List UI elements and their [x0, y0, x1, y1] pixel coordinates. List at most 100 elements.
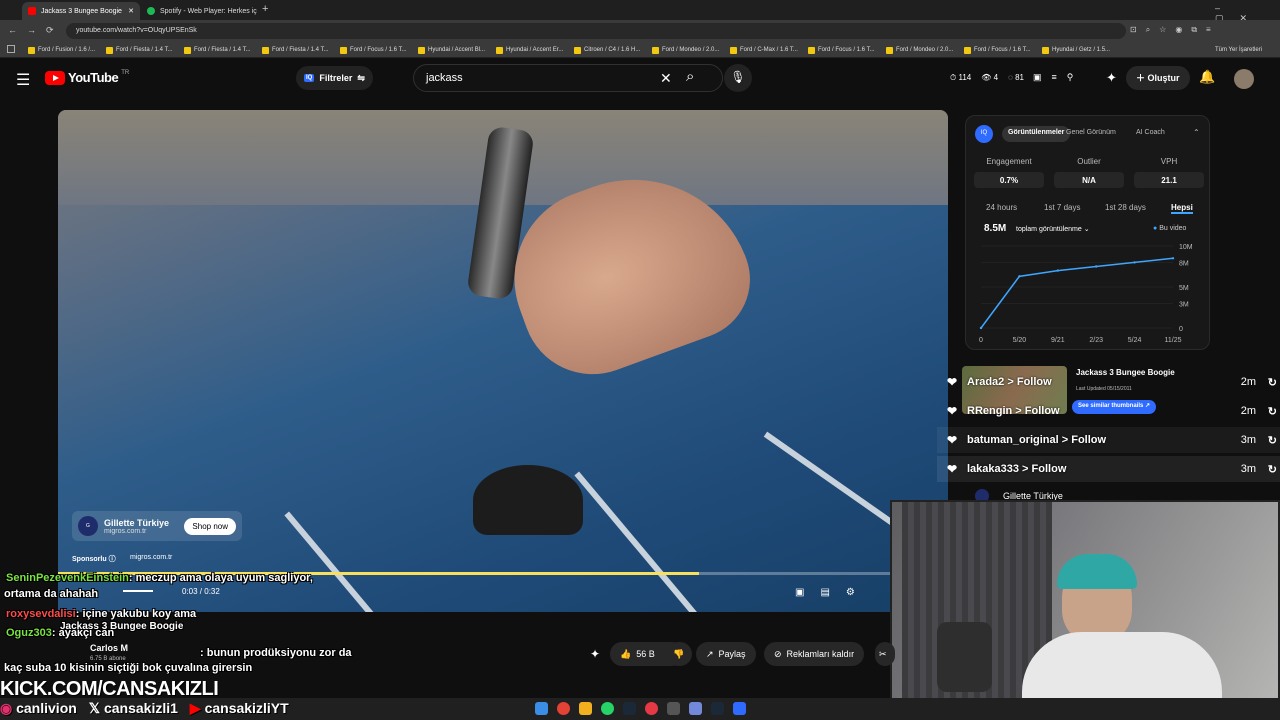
- steam-icon[interactable]: [623, 702, 636, 715]
- video-player[interactable]: G Gillette Türkiye migros.com.tr Shop no…: [58, 110, 948, 612]
- y-tick-label: 8M: [1179, 260, 1189, 267]
- table-line: [574, 471, 708, 612]
- bookmark-icon: [28, 46, 35, 54]
- volume-slider[interactable]: [123, 590, 153, 592]
- instagram-icon: ◉: [0, 700, 13, 716]
- search-input[interactable]: jackass: [413, 64, 723, 92]
- outlier-value: N/A: [1054, 172, 1124, 188]
- ai-icon[interactable]: ✦: [1106, 70, 1117, 86]
- bookmark-item[interactable]: Ford / Focus / 1.6 T...: [808, 45, 875, 55]
- youtube-logo[interactable]: YouTube TR: [45, 70, 129, 85]
- streamer-cap: [1057, 554, 1137, 589]
- bookmark-item[interactable]: Ford / Focus / 1.6 T...: [340, 45, 407, 55]
- opera-icon[interactable]: [645, 702, 658, 715]
- bookmark-icon: [340, 46, 347, 54]
- bookmark-item[interactable]: Ford / Fiesta / 1.4 T...: [106, 45, 173, 55]
- clear-search-icon[interactable]: ✕: [660, 70, 672, 87]
- apps-icon[interactable]: [7, 45, 15, 53]
- browser-toolbar-icons[interactable]: ⊡⌕☆◉⧉≡: [1130, 25, 1220, 35]
- bookmark-item[interactable]: Hyundai / Getz / 1.5...: [1042, 45, 1110, 55]
- app-icon[interactable]: [733, 702, 746, 715]
- bookmark-item[interactable]: Ford / C-Max / 1.6 T...: [730, 45, 798, 55]
- microphone-icon[interactable]: 🎙: [724, 64, 752, 92]
- app-icon[interactable]: [667, 702, 680, 715]
- bookmark-item[interactable]: Citroen / C4 / 1.6 H...: [574, 45, 640, 55]
- tab-overview[interactable]: Genel Görünüm: [1066, 129, 1116, 136]
- bookmark-item[interactable]: Ford / Mondeo / 2.0...: [652, 45, 719, 55]
- youtube-handle: ▶ cansakizliYT: [189, 700, 289, 716]
- filters-label: Filtreler: [319, 73, 353, 83]
- share-button[interactable]: ↗ Paylaş: [696, 642, 756, 666]
- vidiq-icon[interactable]: ✦: [590, 647, 600, 661]
- nav-arrows-icon[interactable]: ←→⟳: [8, 25, 64, 36]
- range-7d[interactable]: 1st 7 days: [1044, 203, 1080, 212]
- tab-ai-coach[interactable]: AI Coach: [1136, 129, 1165, 136]
- menu-icon[interactable]: ☰: [16, 70, 30, 90]
- channel-name[interactable]: Carlos M: [90, 643, 128, 653]
- notification-bell-icon[interactable]: 🔔: [1199, 69, 1215, 85]
- url-field[interactable]: youtube.com/watch?v=OUqyUPSEnSk: [66, 23, 1126, 39]
- bookmark-item[interactable]: Ford / Fiesta / 1.4 T...: [184, 45, 251, 55]
- clip-button[interactable]: ✂: [875, 642, 895, 666]
- bookmark-item[interactable]: Ford / Fusion / 1.6 /...: [28, 45, 95, 55]
- tab-title: Spotify - Web Player: Herkes iç: [160, 7, 257, 15]
- extension-icons[interactable]: ▣≡⚲: [1033, 72, 1083, 83]
- ad-site-link[interactable]: migros.com.tr: [130, 554, 172, 561]
- chat-message: : bunun prodüksiyonu zor da: [200, 647, 352, 659]
- x-tick-label: 5/24: [1128, 337, 1142, 344]
- close-icon[interactable]: ✕: [128, 7, 134, 15]
- bookmark-item[interactable]: Ford / Fiesta / 1.4 T...: [262, 45, 329, 55]
- tab-views[interactable]: Görüntülenmeler: [1002, 126, 1071, 142]
- views-dropdown[interactable]: toplam görüntülenme ⌄: [1016, 225, 1090, 233]
- gillette-logo: G: [78, 516, 98, 536]
- chat-message: SeninPezevenkEinstein: meczup ama olaya …: [6, 572, 313, 584]
- video-title-peek: Jackass 3 Bungee Boogie: [60, 621, 184, 632]
- discord-icon[interactable]: [689, 702, 702, 715]
- range-28d[interactable]: 1st 28 days: [1105, 203, 1146, 212]
- follow-row: ❤ Arada2 > Follow 2m ↻: [947, 375, 1277, 389]
- whatsapp-icon[interactable]: [601, 702, 614, 715]
- bookmark-item[interactable]: Ford / Focus / 1.6 T...: [964, 45, 1031, 55]
- steam-icon[interactable]: [711, 702, 724, 715]
- bookmark-item[interactable]: Hyundai / Accent Bl...: [418, 45, 485, 55]
- new-tab-icon[interactable]: +: [262, 3, 268, 15]
- bag: [937, 622, 992, 692]
- tab-youtube[interactable]: Jackass 3 Bungee Boogie ✕: [22, 2, 140, 20]
- data-point: [1056, 269, 1059, 272]
- iq-icon: IQ: [304, 74, 315, 82]
- x-handle: 𝕏 cansakizli1: [88, 700, 178, 716]
- collapse-icon[interactable]: ⌃: [1193, 128, 1200, 137]
- windows-start-icon[interactable]: [535, 702, 548, 715]
- ad-domain: migros.com.tr: [104, 527, 147, 535]
- shop-now-button[interactable]: Shop now: [184, 517, 236, 535]
- folder-icon[interactable]: [579, 702, 592, 715]
- player-controls-icons[interactable]: ▣▤⚙: [795, 587, 871, 598]
- tab-spotify[interactable]: Spotify - Web Player: Herkes iç ✕: [141, 2, 259, 20]
- x-tick-label: 5/20: [1013, 337, 1027, 344]
- bookmark-icon: [652, 46, 659, 54]
- refresh-icon: ↻: [1267, 405, 1277, 418]
- ad-card[interactable]: G Gillette Türkiye migros.com.tr Shop no…: [72, 511, 242, 541]
- header-stats: ⏱ 114 👁 4 ◌ 81: [950, 73, 1024, 82]
- search-icon[interactable]: ⌕: [686, 68, 694, 85]
- range-all[interactable]: Hepsi: [1171, 203, 1193, 214]
- avatar[interactable]: [1234, 69, 1254, 89]
- follow-events: ❤ Arada2 > Follow 2m ↻ ❤ RRengin > Follow…: [937, 365, 1280, 505]
- bookmark-icon: [1042, 46, 1049, 54]
- refresh-icon: ↻: [1267, 463, 1277, 476]
- all-bookmarks[interactable]: Tüm Yer İşaretleri: [1215, 45, 1262, 55]
- vph-label: VPH: [1160, 157, 1178, 166]
- chrome-icon[interactable]: [557, 702, 570, 715]
- chat-message: ortama da ahahah: [4, 588, 99, 600]
- data-point: [1171, 257, 1175, 260]
- bookmark-item[interactable]: Hyundai / Accent Er...: [496, 45, 563, 55]
- create-button[interactable]: ＋ Oluştur: [1126, 66, 1190, 90]
- bookmark-item[interactable]: Ford / Mondeo / 2.0...: [886, 45, 953, 55]
- engagement-value: 0.7%: [974, 172, 1044, 188]
- social-handles: ◉ canlivion 𝕏 cansakizli1 ▶ cansakizliYT: [0, 700, 289, 717]
- dislike-button[interactable]: 👎: [666, 642, 692, 666]
- range-24h[interactable]: 24 hours: [986, 203, 1017, 212]
- filters-button[interactable]: IQ Filtreler ⇋: [296, 66, 373, 90]
- data-point: [1018, 275, 1021, 278]
- remove-ads-button[interactable]: ⊘ Reklamları kaldır: [764, 642, 865, 666]
